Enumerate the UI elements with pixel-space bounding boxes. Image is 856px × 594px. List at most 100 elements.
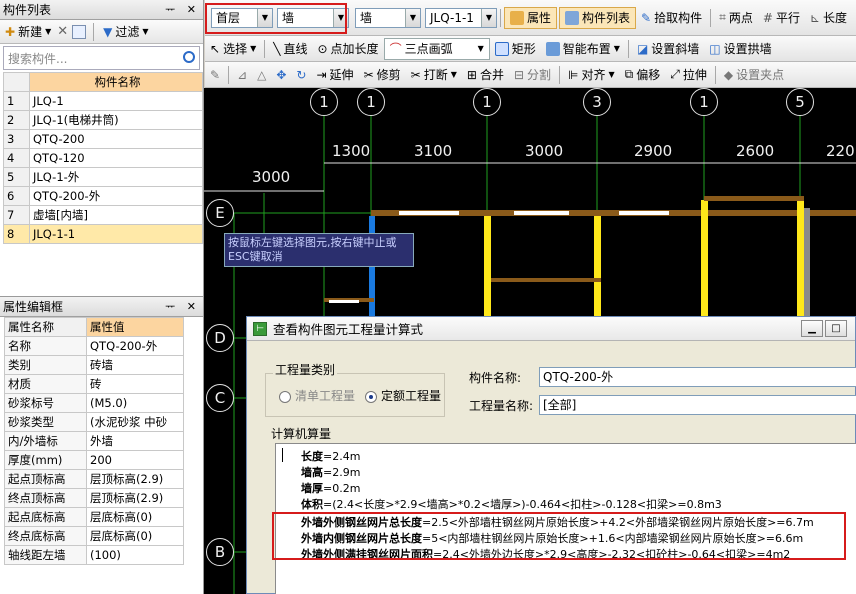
axis-bubble: 1 [357,88,385,116]
slope-wall-button[interactable]: ◪ 设置斜墙 [632,38,704,60]
quantity-name-select[interactable]: [全部] [539,395,856,415]
pin-close-icon[interactable]: ᅲ ✕ [165,0,200,20]
point-length-icon: ⊙ [317,41,328,56]
calc-line: 体积=(2.4<长度>*2.9<墙高>*0.2<墙厚>)-0.464<扣柱>-0… [301,498,722,511]
axis-bubble: 1 [690,88,718,116]
table-row[interactable]: 1 JLQ-1 [3,91,203,111]
copy-icon[interactable] [72,24,87,39]
align-button[interactable]: ⊫ 对齐 ▼ [563,64,620,86]
table-row[interactable]: 2 JLQ-1(电梯井筒) [3,110,203,130]
search-icon[interactable] [183,51,195,63]
slope-wall-icon: ◪ [636,41,649,56]
dimension-label: 220 [826,142,855,160]
new-icon: ✚ [5,24,16,39]
quota-quantity-radio[interactable]: 定额工程量 [365,387,441,404]
arc-icon: ⌒ [389,42,402,56]
quantity-type-label: 工程量类别 [273,361,338,378]
property-row[interactable]: 类别 砖墙 [4,355,184,375]
grip-icon: ◆ [723,67,734,82]
property-row[interactable]: 名称 QTQ-200-外 [4,336,184,356]
line-icon: ╲ [273,41,281,56]
property-row[interactable]: 材质砖 [4,374,184,394]
property-row[interactable]: 厚度(mm) 200 [4,450,184,470]
component-name-field[interactable]: QTQ-200-外 [539,367,856,387]
dimension-label: 2600 [736,142,775,160]
axis-bubble: 5 [786,88,814,116]
flip-icon[interactable]: △ [252,64,271,86]
table-row[interactable]: 5 JLQ-1-外 [3,167,203,187]
stretch-button[interactable]: ⤢ 拉伸 [665,64,712,86]
set-grip-button[interactable]: ◆ 设置夹点 [719,64,789,86]
axis-bubble: D [206,324,234,352]
axis-bubble: 3 [583,88,611,116]
radio-off-icon [279,390,291,403]
table-row[interactable]: 7 虚墙[内墙] [3,205,203,225]
table-row[interactable]: 3 QTQ-200 [3,129,203,149]
attribute-icon [510,10,524,25]
property-row[interactable]: 内/外墙标 外墙 [4,431,184,451]
property-row[interactable]: 终点顶标高 层顶标高(2.9) [4,488,184,508]
property-table: 属性名称 属性值 名称 QTQ-200-外 类别 砖墙 材质砖 砂浆标号 (M5.0) … [4,317,184,565]
trim-button[interactable]: ✂ 修剪 [359,64,406,86]
smart-place-icon [545,41,560,56]
component-search-input[interactable]: 搜索构件... [3,46,200,70]
component-list-button[interactable]: 构件列表 [559,6,637,29]
break-button[interactable]: ✂ 打断 ▼ [406,64,462,86]
table-row[interactable]: 6 QTQ-200-外 [3,186,203,206]
mirror-icon[interactable]: ⊿ [232,64,252,86]
subtype-select[interactable]: 墙 ▼ [355,7,421,28]
calc-section-label: 计算机算量 [271,427,332,441]
text-cursor [282,448,283,462]
property-row[interactable]: 砂浆类型 (水泥砂浆 中砂 [4,412,184,432]
line-button[interactable]: ╲ 直线 [268,38,312,60]
offset-button[interactable]: ⧉ 偏移 [620,64,666,86]
toolbar-row-2: ↖ 选择 ▼ ╲ 直线 ⊙ 点加长度 ⌒ 三点画弧 ▼ 矩形 智能布置 ▼ ◪ 设置斜墙 ◫ 设置… [205,36,856,62]
filter-button[interactable]: ▼ 过滤 ▼ [101,21,150,43]
property-row[interactable]: 轴线距左墙 (100) [4,545,184,565]
maximize-icon[interactable]: □ [825,320,847,337]
property-row[interactable]: 砂浆标号 (M5.0) [4,393,184,413]
dimension-label: 3000 [252,168,291,186]
new-button[interactable]: ✚ 新建 ▼ [3,21,53,43]
component-select[interactable]: JLQ-1-1 ▼ [425,7,497,28]
axis-bubble: 1 [310,88,338,116]
minimize-icon[interactable]: ▁ [801,320,823,337]
two-point-button[interactable]: ⌗ 两点 [714,7,758,29]
cursor-icon: ↖ [210,41,221,56]
property-row[interactable]: 起点顶标高 层顶标高(2.9) [4,469,184,489]
calc-line: 墙厚=0.2m [301,482,361,495]
three-point-arc-button[interactable]: ⌒ 三点画弧 ▼ [383,37,490,60]
cursor-tooltip: 按鼠标左键选择图元,按右键中止或ESC键取消 [224,233,414,267]
arch-wall-button[interactable]: ◫ 设置拱墙 [704,38,776,60]
property-row[interactable]: 终点底标高 层底标高(0) [4,526,184,546]
pin-close-icon[interactable]: ᅲ ✕ [165,297,200,317]
select-button[interactable]: ↖ 选择 ▼ [205,38,261,60]
table-row-selected[interactable]: 8 JLQ-1-1 [3,224,203,244]
smart-place-button[interactable]: 智能布置 ▼ [541,38,625,60]
dimension-label: 3100 [414,142,453,160]
axis-bubble: B [206,538,234,566]
list-quantity-radio[interactable]: 清单工程量 [279,387,355,404]
chevron-down-icon: ▼ [405,8,420,27]
length-button[interactable]: ⊾ 长度 [805,7,852,29]
point-length-button[interactable]: ⊙ 点加长度 [312,38,383,60]
property-row[interactable]: 起点底标高 层底标高(0) [4,507,184,527]
merge-icon: ⊞ [466,67,477,82]
rectangle-button[interactable]: 矩形 [490,38,541,60]
brush-icon[interactable]: ✎ [205,64,225,86]
component-list-panel: 构件列表 ᅲ ✕ ✚ 新建 ▼ ✕ ▼ 过滤 ▼ 搜索构件... 构件名称 1 JLQ… [0,0,204,296]
attribute-button[interactable]: 属性 [504,6,558,29]
radio-on-icon [365,390,377,403]
delete-icon[interactable]: ✕ [57,24,68,39]
chevron-down-icon: ▼ [481,8,496,27]
pick-component-button[interactable]: ✎ 拾取构件 [636,7,707,29]
table-row[interactable]: 4 QTQ-120 [3,148,203,168]
rotate-icon[interactable]: ↻ [291,64,311,86]
extend-button[interactable]: ⇥ 延伸 [311,64,358,86]
move-icon[interactable]: ✥ [271,64,291,86]
axis-bubble: C [206,384,234,412]
split-button[interactable]: ⊟ 分割 [509,64,556,86]
stretch-icon: ⤢ [670,67,680,81]
parallel-button[interactable]: # 平行 [758,7,805,29]
merge-button[interactable]: ⊞ 合并 [462,64,509,86]
